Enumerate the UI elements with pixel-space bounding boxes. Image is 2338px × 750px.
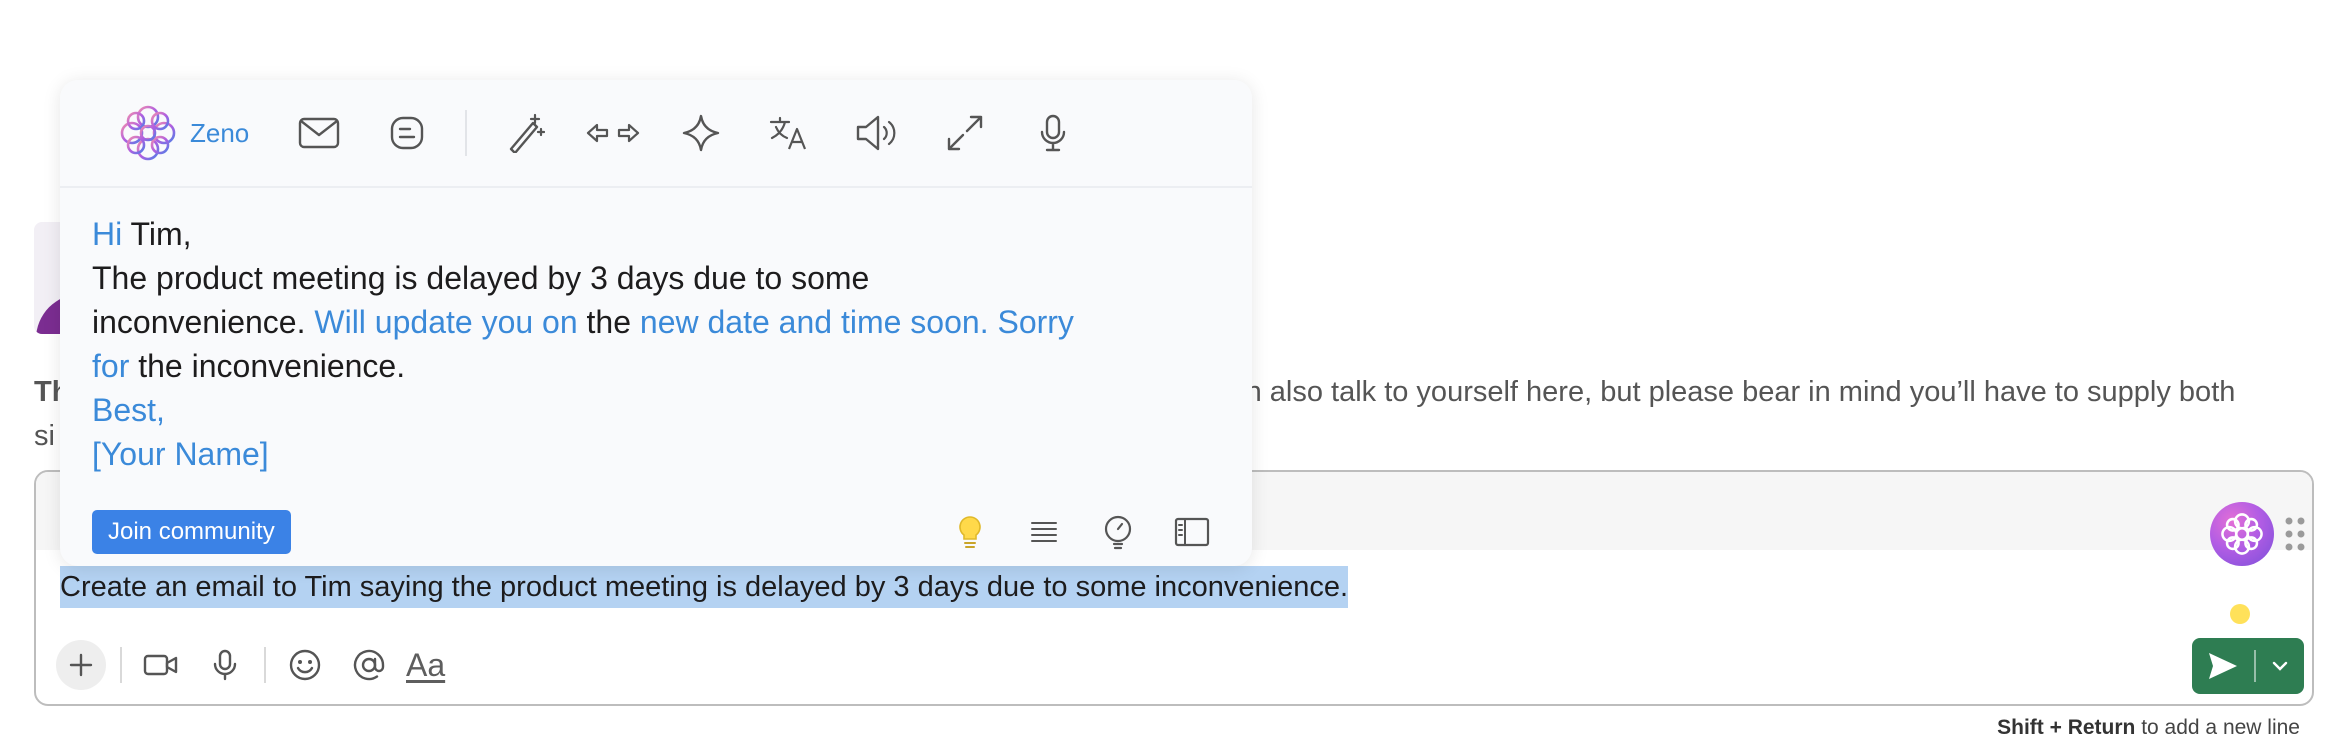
zeno-launcher-button[interactable]	[2210, 502, 2274, 566]
email-text: the inconvenience.	[129, 348, 406, 384]
composer-toolbar: Aa	[56, 640, 445, 690]
status-dot	[2230, 604, 2250, 624]
bulb-outline-icon	[1104, 515, 1132, 550]
ideas-button[interactable]	[1098, 512, 1138, 552]
microphone-icon	[213, 649, 237, 681]
join-community-button[interactable]: Join community	[92, 510, 291, 554]
zeno-logo-icon	[120, 105, 176, 161]
intro-line2: si	[34, 420, 55, 452]
email-closing: Best,	[92, 392, 165, 428]
generated-email: Hi Tim, The product meeting is delayed b…	[92, 212, 1212, 476]
mention-button[interactable]	[344, 640, 394, 690]
blog-icon	[391, 116, 424, 150]
formatting-toggle[interactable]: Aa	[406, 647, 445, 684]
translate-button[interactable]	[759, 103, 819, 163]
schedule-send-button[interactable]	[2256, 660, 2304, 672]
drag-handle-icon[interactable]	[2284, 516, 2306, 552]
paraphrase-button[interactable]	[583, 103, 643, 163]
magic-wand-icon	[510, 113, 546, 153]
email-line: The product meeting is delayed by 3 days…	[92, 260, 870, 296]
open-sidebar-button[interactable]	[1172, 512, 1212, 552]
email-text: the	[577, 304, 640, 340]
zeno-logo-icon	[2221, 513, 2263, 555]
toolbar-divider	[465, 110, 468, 156]
mail-icon	[299, 117, 340, 149]
email-text-suggestion: new date and time soon. Sorry	[639, 304, 1074, 340]
sparkle-icon	[683, 114, 720, 152]
add-button[interactable]	[56, 640, 106, 690]
intro-text-visible: an also talk to yourself here, but pleas…	[1229, 376, 2236, 408]
message-input[interactable]: Create an email to Tim saying the produc…	[60, 566, 1349, 608]
send-button-group[interactable]	[2192, 638, 2304, 694]
zeno-toolbar: Zeno	[60, 80, 1252, 188]
email-mode-button[interactable]	[289, 103, 349, 163]
newline-hint: Shift + Return to add a new line	[1997, 716, 2300, 740]
audio-button[interactable]	[200, 640, 250, 690]
read-aloud-button[interactable]	[847, 103, 907, 163]
emoji-button[interactable]	[280, 640, 330, 690]
translate-icon	[770, 116, 807, 150]
format-button[interactable]	[1024, 512, 1064, 552]
email-text-suggestion: Will update you on	[314, 304, 578, 340]
tips-button[interactable]	[950, 512, 990, 552]
footer-actions	[916, 512, 1212, 552]
zeno-brand-name: Zeno	[190, 117, 250, 148]
zeno-assistant-popup: Zeno Hi Tim, The product meeting is dela…	[60, 80, 1252, 566]
speaker-icon	[857, 115, 896, 151]
chevron-down-icon	[2272, 661, 2288, 671]
ai-assist-button[interactable]	[671, 103, 731, 163]
improve-writing-button[interactable]	[495, 103, 555, 163]
video-button[interactable]	[136, 640, 186, 690]
zeno-brand[interactable]: Zeno	[114, 103, 249, 163]
email-signature: [Your Name]	[92, 436, 269, 472]
arrows-left-right-icon	[587, 123, 640, 143]
video-camera-icon	[143, 654, 178, 676]
email-text-suggestion: for	[92, 348, 130, 384]
at-sign-icon	[353, 649, 385, 681]
email-text: inconvenience.	[92, 304, 315, 340]
toolbar-divider	[120, 647, 122, 683]
microphone-icon	[1041, 114, 1066, 152]
hint-text: to add a new line	[2135, 716, 2300, 739]
sidebar-panel-icon	[1174, 517, 1210, 547]
greeting-name: Tim,	[122, 216, 192, 252]
popup-footer: Join community	[92, 510, 1212, 554]
shrink-expand-icon	[948, 115, 983, 151]
greeting-word: Hi	[92, 216, 123, 252]
toolbar-divider	[264, 647, 266, 683]
blog-mode-button[interactable]	[377, 103, 437, 163]
smiley-icon	[289, 649, 321, 681]
bulb-lit-icon	[959, 516, 981, 548]
plus-icon	[69, 653, 93, 677]
align-icon	[1031, 522, 1057, 542]
voice-input-button[interactable]	[1023, 103, 1083, 163]
send-button[interactable]	[2192, 638, 2254, 694]
send-icon	[2209, 653, 2237, 679]
hint-keys: Shift + Return	[1997, 716, 2136, 739]
resize-button[interactable]	[935, 103, 995, 163]
